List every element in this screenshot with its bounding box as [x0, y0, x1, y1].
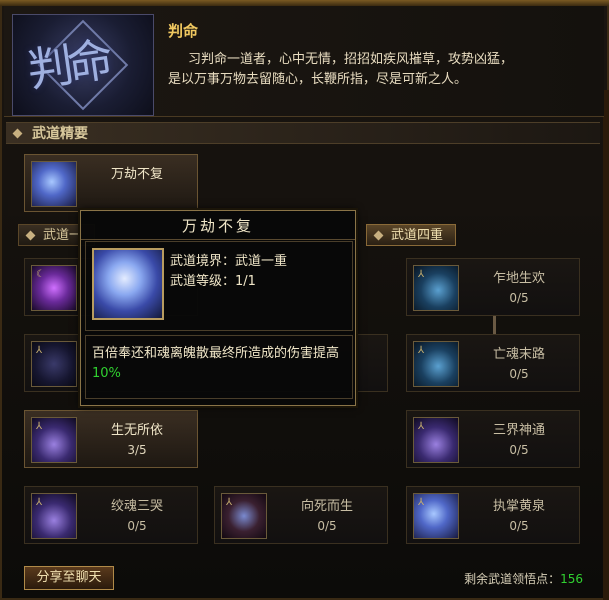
skill-level: 0/5 — [317, 519, 337, 533]
path-title: 判命 — [168, 22, 199, 40]
blue-skill-icon: ⅄ — [413, 493, 459, 539]
skill-card-bottom-2[interactable]: ⅄ 向死而生 0/5 — [214, 486, 388, 544]
tooltip-description: 百倍奉还和魂离魄散最终所造成的伤害提高 10% — [92, 344, 348, 384]
path-header: 判命 判命 习判命一道者，心中无情，招招如疾风摧草，攻势凶猛， 是以万事万物去留… — [4, 6, 604, 117]
path-emblem-icon: 判命 — [12, 14, 154, 116]
teal-skill-icon: ⅄ — [413, 341, 459, 387]
diamond-icon — [25, 230, 36, 241]
tree-connector — [493, 316, 496, 336]
skill-card-bottom-3[interactable]: ⅄ 执掌黄泉 0/5 — [406, 486, 580, 544]
path-description-line2: 是以万事万物去留随心，长鞭所指，尽是可新之人。 — [168, 72, 468, 87]
skill-card-right-1[interactable]: ⅄ 乍地生欢 0/5 — [406, 258, 580, 316]
skill-name: 绞魂三哭 — [110, 499, 163, 514]
skill-card-right-3[interactable]: ⅄ 三界神通 0/5 — [406, 410, 580, 468]
skill-card-bottom-1[interactable]: ⅄ 绞魂三哭 0/5 — [24, 486, 198, 544]
ghost-skill-icon — [31, 161, 77, 207]
tooltip-info-box: 武道境界：武道一重 武道等级：1/1 — [85, 241, 353, 331]
skill-name: 乍地生欢 — [492, 271, 545, 286]
skill-level: 3/5 — [127, 443, 147, 457]
dark-skill-icon: ⅄ — [31, 341, 77, 387]
skill-name: 执掌黄泉 — [492, 499, 545, 514]
tooltip-desc-text: 百倍奉还和魂离魄散最终所造成的伤害提高 — [92, 346, 340, 361]
teal-skill-icon: ⅄ — [413, 265, 459, 311]
tab-label: 武道四重 — [391, 228, 444, 243]
skill-level: 0/5 — [509, 367, 529, 381]
share-to-chat-button[interactable]: 分享至聊天 — [24, 566, 114, 590]
remaining-points-value: 156 — [560, 572, 583, 586]
skill-name: 向死而生 — [300, 499, 353, 514]
skill-card-right-2[interactable]: ⅄ 亡魂末路 0/5 — [406, 334, 580, 392]
emblem-calligraphy: 判命 — [24, 32, 111, 98]
tooltip-title: 万劫不复 — [81, 215, 355, 240]
tooltip-realm: 武道境界：武道一重 — [170, 254, 288, 269]
remaining-points: 剩余武道领悟点：156 — [464, 570, 583, 587]
skill-card-left-3[interactable]: ⅄ 生无所依 3/5 — [24, 410, 198, 468]
window-right-edge — [603, 90, 609, 600]
essential-skill-card[interactable]: 万劫不复 — [24, 154, 198, 212]
skill-level: 0/5 — [509, 519, 529, 533]
tab-path-4[interactable]: 武道四重 — [366, 224, 457, 246]
skill-level: 0/5 — [509, 291, 529, 305]
diamond-icon — [373, 230, 384, 241]
purple-skill-icon: ⅄ — [413, 417, 459, 463]
section-essentials-label: 武道精要 — [32, 126, 88, 142]
red-skill-icon: ⅄ — [221, 493, 267, 539]
tab-label: 武道一 — [43, 228, 83, 243]
purple-wave-skill-icon: ⅄ — [31, 417, 77, 463]
skill-tooltip: 万劫不复 武道境界：武道一重 武道等级：1/1 百倍奉还和魂离魄散最终所造成的伤… — [80, 210, 356, 406]
purple-skill-icon: ⅄ — [31, 493, 77, 539]
tooltip-desc-percent: 10% — [92, 366, 121, 381]
path-description-line1: 习判命一道者，心中无情，招招如疾风摧草，攻势凶猛， — [188, 52, 514, 67]
remaining-points-label: 剩余武道领悟点： — [464, 572, 561, 586]
tooltip-level: 武道等级：1/1 — [170, 274, 256, 289]
skill-level: 0/5 — [127, 519, 147, 533]
tooltip-desc-box: 百倍奉还和魂离魄散最终所造成的伤害提高 10% — [85, 335, 353, 399]
ghost-skill-icon — [92, 248, 164, 320]
purple-skill-icon: ☾ — [31, 265, 77, 311]
skill-name: 亡魂末路 — [492, 347, 545, 362]
section-essentials-header: 武道精要 — [6, 122, 600, 144]
skill-name: 三界神通 — [492, 423, 545, 438]
skill-name: 生无所依 — [110, 423, 163, 438]
diamond-icon — [12, 128, 23, 139]
skill-level: 0/5 — [509, 443, 529, 457]
skill-name: 万劫不复 — [110, 167, 163, 182]
